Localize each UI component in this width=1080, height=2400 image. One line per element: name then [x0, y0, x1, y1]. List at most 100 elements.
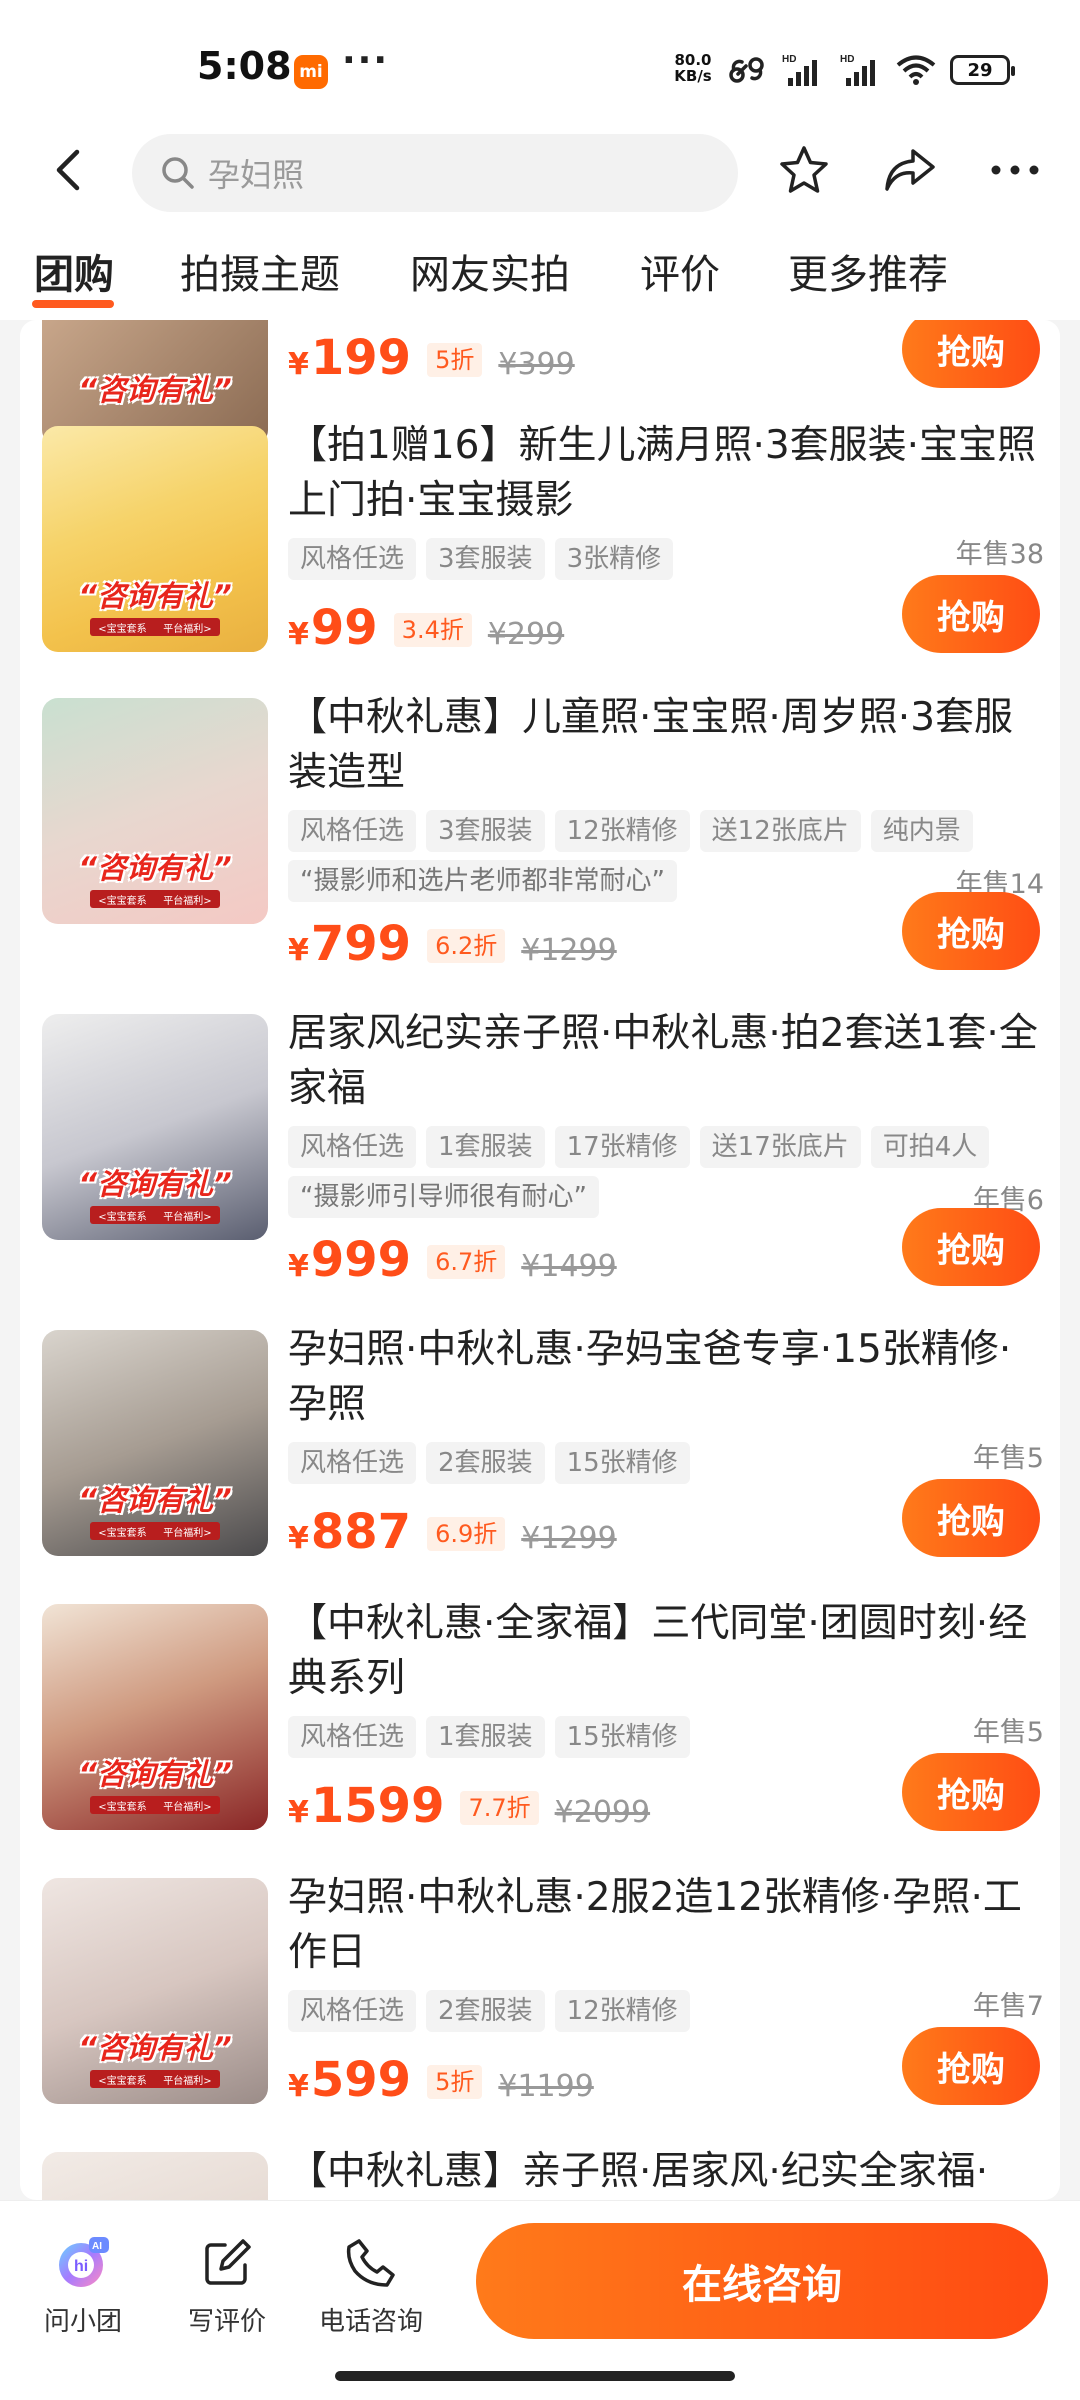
- deal-title: 【中秋礼惠】亲子照·居家风·纪实全家福·: [288, 2149, 989, 2194]
- tab-user-photos[interactable]: 网友实拍: [410, 242, 570, 300]
- phone-icon: [343, 2235, 399, 2291]
- buy-button[interactable]: 抢购: [902, 320, 1040, 388]
- price-value: 599: [310, 2052, 412, 2108]
- buy-button[interactable]: 抢购: [902, 1479, 1040, 1557]
- deal-title: 孕妇照·中秋礼惠·2服2造12张精修·孕照·工作日: [288, 1875, 1022, 1975]
- deal-price: ¥1599: [288, 1778, 445, 1834]
- net-speed: 80.0 KB/s: [668, 52, 718, 84]
- list-item[interactable]: “咨询有礼” ¥199 5折 ¥399 抢购: [20, 320, 1060, 446]
- deal-price: ¥799: [288, 916, 412, 972]
- tag: 风格任选: [288, 538, 417, 580]
- tag: 12张精修: [554, 810, 690, 852]
- price-value: 887: [310, 1504, 412, 1560]
- buy-button[interactable]: 抢购: [902, 1208, 1040, 1286]
- list-item[interactable]: “咨询有礼” <宝宝套系 平台福利> 【中秋礼惠·全家福】三代同堂·团圆时刻·经典…: [20, 1598, 1060, 1858]
- deal-title: 【拍1赠16】新生儿满月照·3套服装·宝宝照上门拍·宝宝摄影: [288, 423, 1037, 523]
- deal-thumbnail: “咨询有礼” <宝宝套系 平台福利>: [42, 1878, 268, 2104]
- svg-text:HD: HD: [782, 54, 796, 65]
- link-icon: [729, 57, 764, 83]
- search-input[interactable]: 孕妇照: [132, 134, 738, 212]
- deal-thumbnail: “咨询有礼” <宝宝套系 平台福利>: [42, 1604, 268, 1830]
- thumbnail-sub-label: <宝宝套系 平台福利>: [90, 1522, 220, 1540]
- review-quote: “摄影师和选片老师都非常耐心”: [288, 860, 677, 902]
- back-arrow-icon: [56, 149, 80, 191]
- price-row: ¥999 6.7折 ¥1499: [288, 1232, 617, 1292]
- tag: 2套服装: [426, 1442, 545, 1484]
- sub-label-a: <宝宝套系: [98, 1801, 147, 1813]
- price-row: ¥1599 7.7折 ¥2099: [288, 1778, 650, 1838]
- thumbnail-badge: “咨询有礼”: [78, 373, 232, 407]
- sub-label-b: 平台福利>: [163, 1211, 212, 1223]
- buy-button[interactable]: 抢购: [902, 2027, 1040, 2105]
- buy-button[interactable]: 抢购: [902, 892, 1040, 970]
- tag-list: 风格任选 3套服装 12张精修 送12张底片 纯内景: [288, 810, 1008, 852]
- ai-assistant-icon: hi AI: [55, 2235, 111, 2291]
- tab-bar: 团购 拍摄主题 网友实拍 评价 更多推荐: [0, 220, 1080, 320]
- thumbnail-badge: “咨询有礼”: [78, 2031, 232, 2065]
- tag: 送12张底片: [699, 810, 861, 852]
- sub-label-a: <宝宝套系: [98, 895, 147, 907]
- buy-button[interactable]: 抢购: [902, 575, 1040, 653]
- original-price: ¥1299: [521, 1521, 617, 1556]
- thumbnail-sub-label: <宝宝套系 平台福利>: [90, 2070, 220, 2088]
- tag: 1套服装: [426, 1716, 545, 1758]
- deal-price: ¥887: [288, 1504, 412, 1560]
- list-item[interactable]: “咨询有礼” <宝宝套系 平台福利> 【中秋礼惠】儿童照·宝宝照·周岁照·3套服装…: [20, 692, 1060, 992]
- online-consult-button[interactable]: 在线咨询: [476, 2223, 1048, 2339]
- annual-sales: 年售7: [972, 1991, 1044, 2022]
- deal-list: “咨询有礼” ¥199 5折 ¥399 抢购 “咨询有礼” <宝宝套系 平台福利>…: [20, 320, 1060, 2200]
- tag: 2套服装: [426, 1990, 545, 2032]
- ask-assistant-button[interactable]: hi AI 问小团: [28, 2235, 138, 2338]
- top-nav: 孕妇照: [0, 120, 1080, 220]
- sub-label-a: <宝宝套系: [98, 1527, 147, 1539]
- discount-badge: 7.7折: [460, 1791, 539, 1825]
- sub-label-b: 平台福利>: [163, 623, 212, 635]
- ask-label: 问小团: [43, 2307, 122, 2337]
- tag: 风格任选: [288, 810, 417, 852]
- list-item[interactable]: 【中秋礼惠】亲子照·居家风·纪实全家福·: [20, 2146, 1060, 2200]
- annual-sales: 年售38: [955, 539, 1044, 570]
- list-item[interactable]: “咨询有礼” <宝宝套系 平台福利> 居家风纪实亲子照·中秋礼惠·拍2套送1套·全…: [20, 1008, 1060, 1308]
- list-item[interactable]: “咨询有礼” <宝宝套系 平台福利> 【拍1赠16】新生儿满月照·3套服装·宝宝照…: [20, 420, 1060, 680]
- share-button[interactable]: [880, 140, 940, 200]
- phone-consult-button[interactable]: 电话咨询: [316, 2235, 426, 2338]
- tag: 送17张底片: [699, 1126, 861, 1168]
- deal-title: 孕妇照·中秋礼惠·孕妈宝爸专享·15张精修·孕照: [288, 1327, 1012, 1427]
- price-value: 999: [310, 1232, 412, 1288]
- battery-icon: 29: [950, 55, 1015, 85]
- deal-title: 【中秋礼惠·全家福】三代同堂·团圆时刻·经典系列: [288, 1601, 1028, 1701]
- tab-more-recommend[interactable]: 更多推荐: [788, 242, 948, 300]
- original-price: ¥1499: [521, 1249, 617, 1284]
- deal-title: 居家风纪实亲子照·中秋礼惠·拍2套送1套·全家福: [288, 1011, 1038, 1111]
- original-price: ¥299: [487, 617, 565, 652]
- price-value: 99: [310, 600, 378, 656]
- tab-group-buy[interactable]: 团购: [34, 242, 114, 300]
- status-time: 5:08: [197, 44, 292, 88]
- price-value: 199: [310, 330, 412, 386]
- more-button[interactable]: [985, 140, 1045, 200]
- thumbnail-badge: “咨询有礼”: [78, 1757, 232, 1791]
- sub-label-a: <宝宝套系: [98, 1211, 147, 1223]
- thumbnail-badge: “咨询有礼”: [78, 851, 232, 885]
- tab-shoot-theme[interactable]: 拍摄主题: [180, 242, 340, 300]
- annual-sales: 年售5: [972, 1443, 1044, 1474]
- signal-1-icon: HD: [782, 54, 817, 86]
- discount-badge: 5折: [427, 343, 483, 377]
- original-price: ¥399: [498, 347, 575, 382]
- svg-text:HD: HD: [840, 54, 854, 65]
- write-review-button[interactable]: 写评价: [172, 2235, 282, 2338]
- favorite-button[interactable]: [774, 140, 834, 200]
- original-price: ¥1199: [498, 2069, 594, 2104]
- back-button[interactable]: [40, 142, 96, 198]
- home-indicator[interactable]: [335, 2371, 735, 2381]
- buy-button[interactable]: 抢购: [902, 1753, 1040, 1831]
- deal-thumbnail: [42, 2152, 268, 2200]
- tab-reviews[interactable]: 评价: [640, 242, 720, 300]
- search-placeholder: 孕妇照: [208, 156, 305, 194]
- more-dots-icon: [991, 165, 1039, 175]
- discount-badge: 5折: [427, 2065, 483, 2099]
- tag-list: 风格任选 1套服装 15张精修: [288, 1716, 1008, 1758]
- list-item[interactable]: “咨询有礼” <宝宝套系 平台福利> 孕妇照·中秋礼惠·孕妈宝爸专享·15张精修·…: [20, 1324, 1060, 1584]
- list-item[interactable]: “咨询有礼” <宝宝套系 平台福利> 孕妇照·中秋礼惠·2服2造12张精修·孕照·…: [20, 1872, 1060, 2132]
- discount-badge: 6.7折: [427, 1245, 506, 1279]
